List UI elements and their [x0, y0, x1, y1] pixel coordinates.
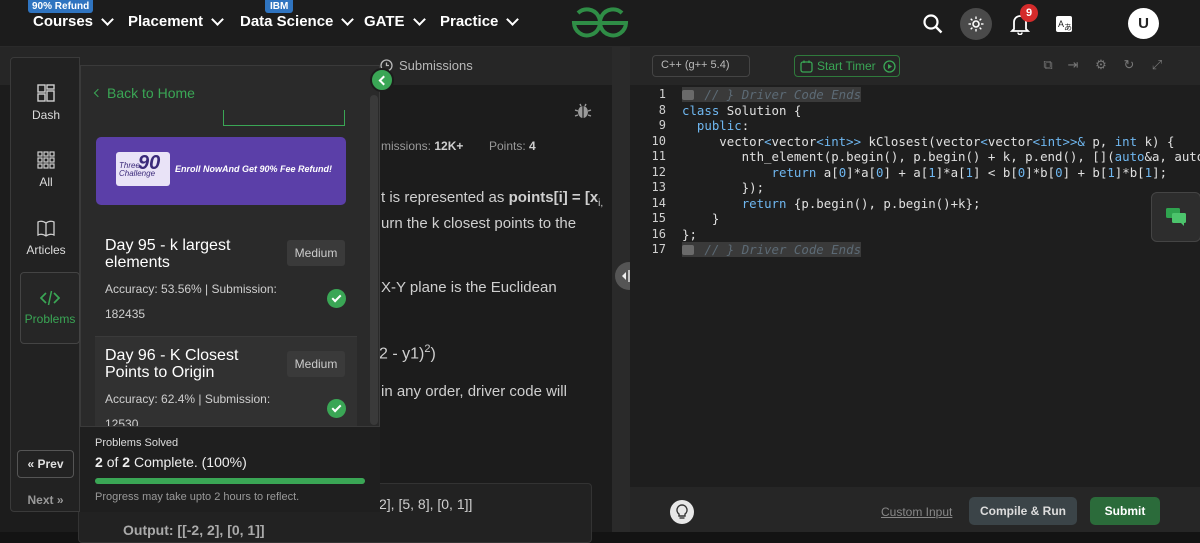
code-icon	[40, 290, 60, 306]
upload-icon[interactable]: ⇥	[1066, 58, 1080, 72]
code-line: public:	[696, 118, 750, 133]
problem-statement-line: X-Y plane is the Euclidean	[381, 279, 557, 296]
rail-item-all[interactable]: All	[11, 151, 81, 189]
example-output: Output: [[-2, 2], [0, 1]]	[123, 522, 265, 538]
rail-item-problems[interactable]: Problems	[20, 272, 80, 344]
translate-icon[interactable]: Aあ	[1048, 8, 1080, 40]
code-line: };	[682, 226, 697, 242]
progress-note: Progress may take upto 2 hours to reflec…	[95, 491, 300, 503]
chevron-left-icon	[93, 88, 103, 98]
bug-report-icon[interactable]	[574, 102, 592, 120]
solved-check-icon	[327, 399, 346, 418]
left-rail: Dash All Articles Problems	[10, 57, 80, 512]
code-area[interactable]: // } Driver Code Ends class Solution { p…	[682, 85, 1200, 487]
fullscreen-icon[interactable]: ⤢	[1150, 58, 1164, 72]
tab-submissions[interactable]: Submissions	[380, 58, 473, 73]
chevron-down-icon	[412, 12, 426, 26]
nav-gate[interactable]: GATE	[364, 12, 426, 30]
three-90-challenge-logo: Three Challenge 90	[116, 152, 170, 186]
code-editor-panel: C++ (g++ 5.4) Start Timer ⧉ ⇥ ⚙ ↻ ⤢ 1 8 …	[630, 47, 1200, 532]
compile-run-button[interactable]: Compile & Run	[969, 497, 1077, 525]
rail-item-articles[interactable]: Articles	[11, 219, 81, 257]
search-icon[interactable]	[917, 8, 949, 40]
rail-item-dash[interactable]: Dash	[11, 84, 81, 122]
progress-value: 2 of 2 Complete. (100%)	[95, 454, 247, 470]
problem-statement-line: t is represented as points[i] = [xi,	[381, 189, 604, 209]
chevron-down-icon	[506, 12, 520, 26]
code-line: // } Driver Code Ends	[682, 242, 862, 257]
chevron-down-icon	[341, 12, 355, 26]
difficulty-badge: Medium	[287, 351, 345, 377]
reset-icon[interactable]: ↻	[1122, 58, 1136, 72]
next-button[interactable]: Next »	[17, 486, 74, 514]
user-avatar[interactable]: U	[1128, 8, 1159, 39]
settings-icon[interactable]: ⚙	[1094, 58, 1108, 72]
code-line: class Solution {	[682, 102, 802, 118]
chevron-down-icon	[211, 12, 224, 26]
points-meta: Points: 4	[489, 139, 536, 153]
ibm-badge: IBM	[265, 0, 294, 13]
nav-data-science[interactable]: Data Science	[240, 12, 355, 30]
chevron-down-icon	[101, 12, 114, 26]
book-icon	[37, 220, 55, 237]
problem-title: Day 95 - k largest elements	[105, 237, 231, 271]
double-chevron-left-icon: «	[27, 457, 38, 471]
nav-placement[interactable]: Placement	[128, 12, 224, 30]
problem-statement-line: urn the k closest points to the	[381, 215, 577, 232]
progress-label: Problems Solved	[95, 437, 179, 449]
code-line: vector<vector<int>> kClosest(vector<vect…	[682, 133, 1175, 149]
code-line: }	[682, 211, 720, 226]
editor-footer: Custom Input Compile & Run Submit	[630, 487, 1200, 532]
dashboard-icon	[37, 84, 55, 102]
theme-toggle-icon[interactable]	[960, 8, 992, 40]
svg-text:あ: あ	[1064, 23, 1072, 32]
language-select[interactable]: C++ (g++ 5.4)	[652, 55, 750, 77]
refund-badge: 90% Refund	[28, 0, 94, 13]
line-number-gutter: 1 8 9 10 11 12 13 14 15 16 17	[630, 85, 680, 487]
gfg-logo[interactable]	[570, 6, 630, 40]
submit-button[interactable]: Submit	[1090, 497, 1160, 525]
promo-banner[interactable]: Three Challenge 90 Enroll NowAnd Get 90% …	[96, 137, 346, 205]
chevron-left-icon	[378, 75, 389, 85]
play-icon	[883, 60, 896, 73]
example-input: 2], [5, 8], [0, 1]]	[379, 496, 473, 512]
solved-check-icon	[327, 289, 346, 308]
chat-icon[interactable]	[1151, 192, 1200, 242]
copy-icon[interactable]: ⧉	[1041, 58, 1055, 72]
progress-fill	[95, 478, 365, 484]
start-timer-button[interactable]: Start Timer	[794, 55, 900, 77]
difficulty-badge: Medium	[287, 240, 345, 266]
code-line: return {p.begin(), p.begin()+k};	[741, 195, 981, 211]
prev-button[interactable]: « Prev	[17, 450, 74, 478]
timer-icon	[800, 60, 813, 73]
progress-card: Problems Solved 2 of 2 Complete. (100%) …	[80, 426, 380, 512]
editor-toolbar: C++ (g++ 5.4) Start Timer ⧉ ⇥ ⚙ ↻ ⤢	[630, 47, 1200, 85]
problem-card[interactable]: Day 95 - k largest elements Medium Accur…	[95, 226, 357, 330]
code-line: nth_element(p.begin(), p.begin() + k, p.…	[682, 149, 1200, 164]
nav-courses[interactable]: Courses	[33, 12, 114, 30]
lightbulb-icon[interactable]	[670, 500, 694, 524]
collapse-drawer-button[interactable]	[370, 68, 394, 92]
code-line: return a[0]*a[0] + a[1]*a[1] < b[0]*b[0]…	[771, 164, 1168, 180]
back-to-home-link[interactable]: Back to Home	[93, 85, 195, 101]
code-line: });	[682, 180, 765, 195]
problem-card-active[interactable]: Day 96 - K Closest Points to Origin Medi…	[95, 336, 357, 440]
submissions-meta: missions: 12K+	[381, 139, 464, 153]
grid-icon	[37, 151, 55, 169]
nav-practice[interactable]: Practice	[440, 12, 520, 30]
top-navbar: 90% Refund Courses Placement IBM Data Sc…	[0, 0, 1200, 47]
banner-text: Enroll NowAnd Get 90% Fee Refund!	[175, 164, 333, 174]
code-line: // } Driver Code Ends	[682, 87, 862, 102]
fold-marker-icon[interactable]	[682, 245, 694, 255]
fold-marker-icon[interactable]	[682, 90, 694, 100]
clipped-element	[223, 110, 345, 126]
double-chevron-right-icon: »	[53, 493, 64, 507]
drawer-scrollbar[interactable]	[370, 95, 378, 425]
notification-count-badge: 9	[1020, 4, 1038, 22]
problem-statement-line: in any order, driver code will	[381, 383, 567, 400]
distance-formula: y2 - y1)2)	[371, 343, 436, 363]
custom-input-link[interactable]: Custom Input	[881, 505, 952, 519]
problem-title: Day 96 - K Closest Points to Origin	[105, 347, 239, 381]
problem-meta: Accuracy: 53.56% | Submission: 182435	[105, 282, 277, 321]
